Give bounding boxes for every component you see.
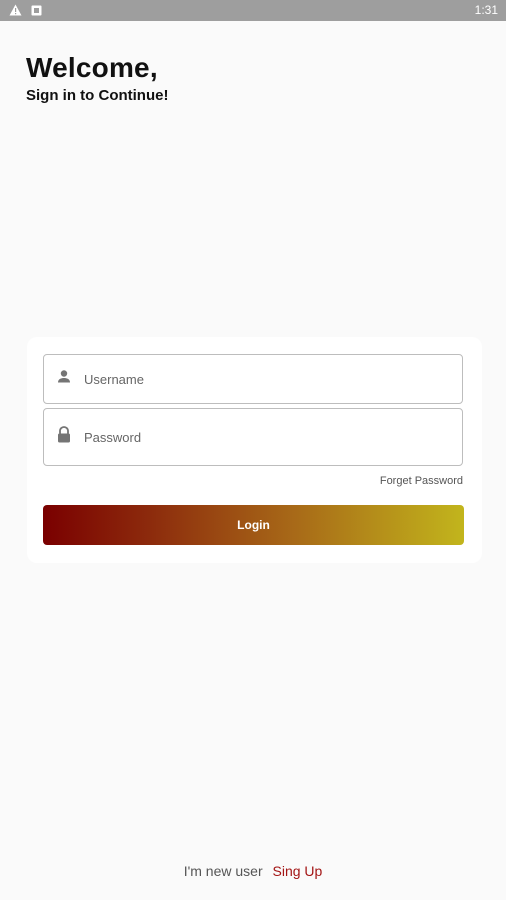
welcome-subtitle: Sign in to Continue! (26, 87, 169, 104)
login-button[interactable]: Login (43, 505, 464, 545)
username-input[interactable] (84, 355, 454, 403)
notification-icon (31, 5, 42, 16)
warning-icon (9, 4, 22, 16)
status-time: 1:31 (474, 3, 498, 17)
status-bar: 1:31 (0, 0, 506, 21)
password-field[interactable] (43, 408, 463, 466)
welcome-title: Welcome, (26, 52, 158, 83)
username-field[interactable] (43, 354, 463, 404)
lock-icon (56, 426, 72, 449)
forget-password-link[interactable]: Forget Password (380, 475, 463, 487)
signup-footer: I'm new user Sing Up (0, 863, 506, 879)
password-input[interactable] (84, 409, 454, 465)
status-icons (9, 4, 42, 16)
login-card: Forget Password Login (27, 337, 482, 563)
signup-link[interactable]: Sing Up (273, 863, 323, 879)
new-user-prompt: I'm new user (183, 863, 263, 879)
person-icon (56, 369, 72, 390)
